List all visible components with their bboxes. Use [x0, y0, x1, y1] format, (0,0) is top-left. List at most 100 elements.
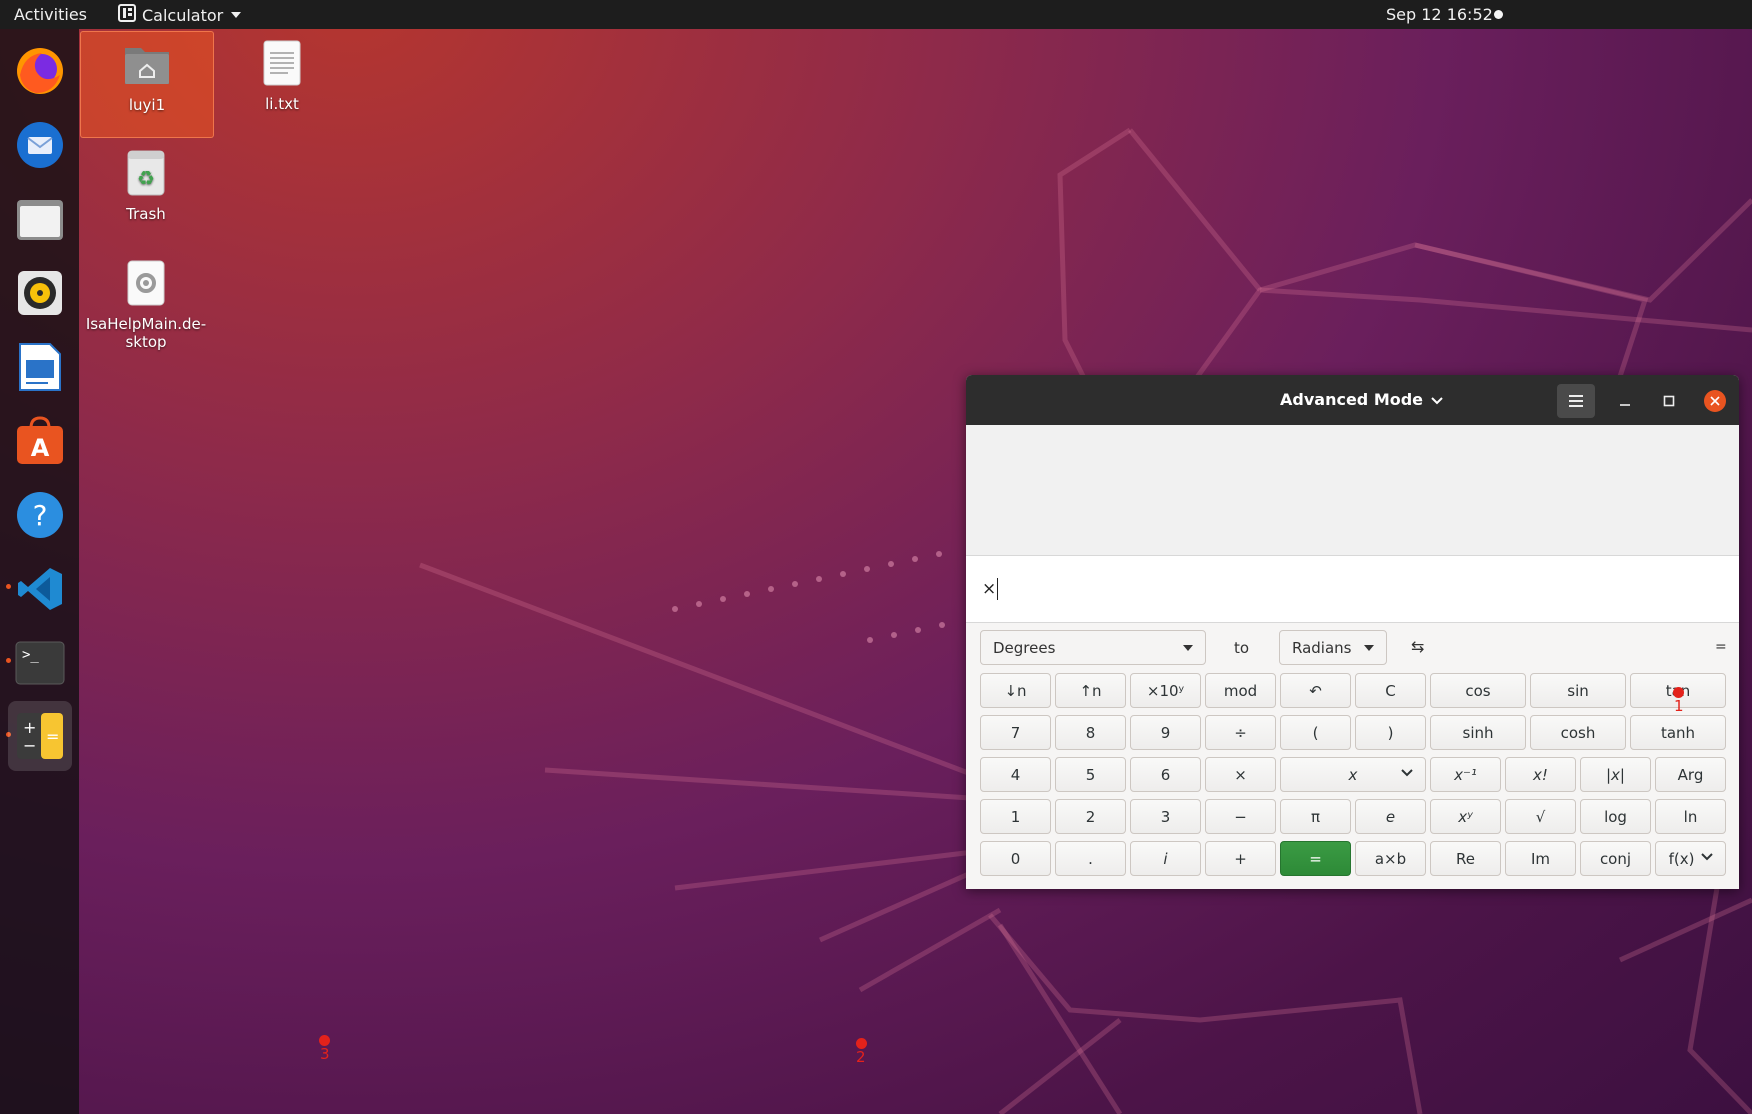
key-variable-x-dropdown[interactable]: x — [1280, 757, 1426, 792]
desktop-icon-trash[interactable]: ♻ Trash — [80, 141, 212, 223]
key-5[interactable]: 5 — [1055, 757, 1126, 792]
hamburger-menu-icon — [1569, 395, 1583, 407]
key-subtract[interactable]: − — [1205, 799, 1276, 834]
key-arg[interactable]: Arg — [1655, 757, 1726, 792]
key-abs[interactable]: |x| — [1580, 757, 1651, 792]
key-2[interactable]: 2 — [1055, 799, 1126, 834]
key-function-dropdown[interactable]: f(x) — [1655, 841, 1726, 876]
key-add[interactable]: + — [1205, 841, 1276, 876]
svg-text:+: + — [23, 718, 36, 737]
convert-equals-button[interactable]: = — [1715, 639, 1727, 655]
key-factorize[interactable]: a×b — [1355, 841, 1426, 876]
key-real[interactable]: Re — [1430, 841, 1501, 876]
key-1[interactable]: 1 — [980, 799, 1051, 834]
key-open-paren[interactable]: ( — [1280, 715, 1351, 750]
maximize-button[interactable] — [1650, 384, 1688, 418]
thunderbird-icon — [17, 122, 63, 168]
key-8[interactable]: 8 — [1055, 715, 1126, 750]
calculator-icon: +− = — [17, 713, 63, 759]
trash-icon: ♻ — [127, 150, 165, 196]
dock-help[interactable]: ? — [8, 483, 72, 547]
clock[interactable]: Sep 12 16:52 — [1386, 5, 1493, 24]
svg-text:−: − — [23, 736, 36, 755]
key-equals[interactable]: = — [1280, 841, 1351, 876]
firefox-icon — [17, 48, 63, 94]
marker-label: 1 — [1674, 697, 1684, 715]
dock-firefox[interactable] — [8, 39, 72, 103]
key-euler[interactable]: e — [1355, 799, 1426, 834]
key-divide[interactable]: ÷ — [1205, 715, 1276, 750]
key-cos[interactable]: cos — [1430, 673, 1526, 708]
key-cosh[interactable]: cosh — [1530, 715, 1626, 750]
hamburger-menu-button[interactable] — [1557, 384, 1595, 418]
key-exponent[interactable]: ×10ʸ — [1130, 673, 1201, 708]
recording-indicator-icon — [1494, 10, 1503, 19]
desktop-icon-launcher[interactable]: IsaHelpMain.de-sktop — [80, 251, 212, 351]
key-tanh[interactable]: tanh — [1630, 715, 1726, 750]
key-sqrt[interactable]: √ — [1505, 799, 1576, 834]
key-9[interactable]: 9 — [1130, 715, 1201, 750]
close-icon — [1710, 396, 1720, 406]
help-icon: ? — [17, 492, 63, 538]
to-unit-dropdown[interactable]: Radians — [1279, 630, 1387, 665]
dock-software[interactable]: A — [8, 409, 72, 473]
dock-writer[interactable] — [8, 335, 72, 399]
key-shift-left[interactable]: ↑n — [1055, 673, 1126, 708]
key-ln[interactable]: ln — [1655, 799, 1726, 834]
key-multiply[interactable]: × — [1205, 757, 1276, 792]
dock-files[interactable] — [8, 187, 72, 251]
settings-file-icon — [127, 260, 165, 306]
key-3[interactable]: 3 — [1130, 799, 1201, 834]
key-power[interactable]: xʸ — [1430, 799, 1501, 834]
key-mod[interactable]: mod — [1205, 673, 1276, 708]
key-shift-right[interactable]: ↓n — [980, 673, 1051, 708]
activities-button[interactable]: Activities — [14, 5, 87, 24]
swap-units-button[interactable]: ⇆ — [1411, 637, 1424, 656]
key-close-paren[interactable]: ) — [1355, 715, 1426, 750]
key-0[interactable]: 0 — [980, 841, 1051, 876]
key-conj[interactable]: conj — [1580, 841, 1651, 876]
window-title: Advanced Mode — [1280, 390, 1424, 409]
key-decimal[interactable]: . — [1055, 841, 1126, 876]
marker-label: 3 — [320, 1045, 330, 1063]
svg-text:=: = — [46, 727, 59, 746]
key-variable-label: x — [1348, 765, 1358, 784]
key-factorial[interactable]: x! — [1505, 757, 1576, 792]
from-unit-dropdown[interactable]: Degrees — [980, 630, 1206, 665]
maximize-icon — [1663, 395, 1675, 407]
key-pi[interactable]: π — [1280, 799, 1351, 834]
close-button[interactable] — [1696, 384, 1734, 418]
mode-selector[interactable]: Advanced Mode — [1280, 390, 1443, 409]
dock: A ? >_ + − = — [0, 29, 79, 1114]
key-log[interactable]: log — [1580, 799, 1651, 834]
key-sin[interactable]: sin — [1530, 673, 1626, 708]
dock-thunderbird[interactable] — [8, 113, 72, 177]
desktop-icon-text-file[interactable]: li.txt — [216, 31, 348, 113]
key-sinh[interactable]: sinh — [1430, 715, 1526, 750]
svg-text:♻: ♻ — [137, 166, 155, 190]
expression-display[interactable]: × — [966, 556, 1739, 623]
title-bar[interactable]: Advanced Mode — [966, 375, 1739, 425]
key-reciprocal[interactable]: x⁻¹ — [1430, 757, 1501, 792]
key-undo[interactable]: ↶ — [1280, 673, 1351, 708]
chevron-down-icon — [1431, 390, 1443, 409]
key-imag-part[interactable]: Im — [1505, 841, 1576, 876]
dropdown-arrow-icon — [1364, 645, 1374, 651]
files-icon — [17, 200, 63, 240]
key-clear[interactable]: C — [1355, 673, 1426, 708]
key-imaginary[interactable]: i — [1130, 841, 1201, 876]
dock-vscode[interactable] — [8, 557, 72, 621]
to-unit-label: Radians — [1292, 638, 1352, 657]
expression-text: × — [982, 578, 999, 600]
app-menu-label: Calculator — [142, 5, 224, 25]
dock-terminal[interactable]: >_ — [8, 631, 72, 695]
writer-icon — [19, 343, 61, 391]
key-7[interactable]: 7 — [980, 715, 1051, 750]
key-4[interactable]: 4 — [980, 757, 1051, 792]
key-6[interactable]: 6 — [1130, 757, 1201, 792]
app-menu[interactable]: Calculator — [118, 4, 242, 26]
dock-rhythmbox[interactable] — [8, 261, 72, 325]
dock-calculator[interactable]: + − = — [8, 701, 72, 771]
minimize-button[interactable] — [1606, 384, 1644, 418]
desktop-icon-home[interactable]: luyi1 — [80, 31, 214, 138]
